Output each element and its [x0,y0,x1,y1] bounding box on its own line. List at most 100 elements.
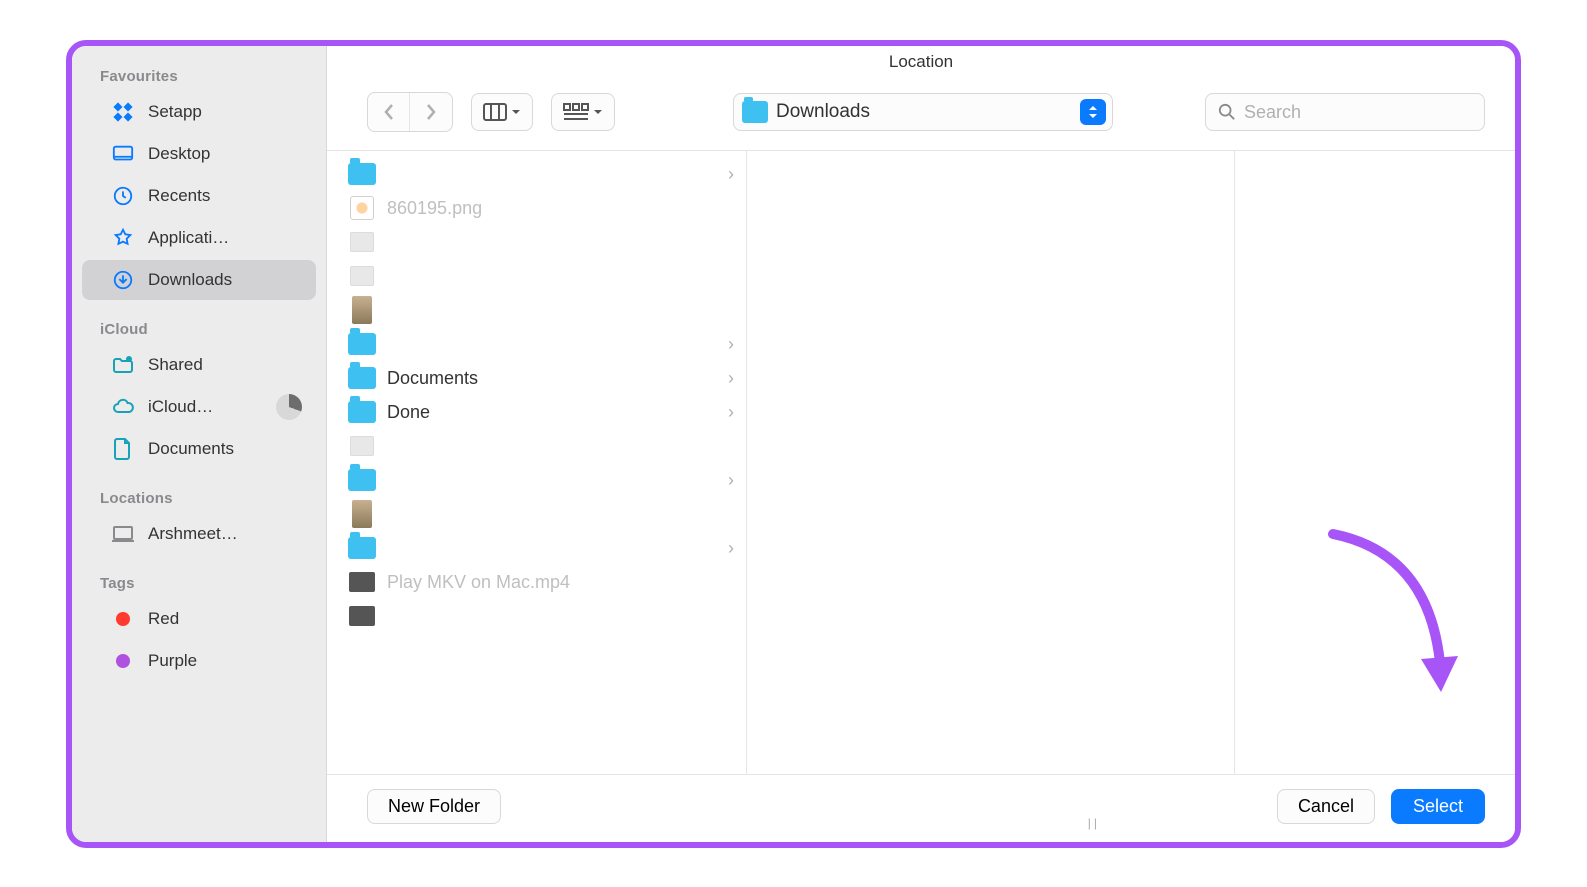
preview-column-2 [1235,151,1515,774]
folder-icon [347,399,377,425]
file-name: Documents [387,368,720,389]
search-box[interactable] [1205,93,1485,131]
sidebar-item-label: Documents [148,439,234,459]
sidebar-item-label: iCloud… [148,397,213,417]
file-row[interactable]: › [327,327,746,361]
downloads-icon [110,267,136,293]
section-header-favourites: Favourites [72,60,326,91]
document-icon [110,436,136,462]
file-row[interactable] [327,429,746,463]
folder-icon [347,535,377,561]
sidebar-item-label: Shared [148,355,203,375]
video-icon [347,569,377,595]
preview-column-1: || [747,151,1235,774]
file-icon [347,433,377,459]
column-view-button[interactable] [471,93,533,131]
sidebar-item-label: Purple [148,651,197,671]
group-view-button[interactable] [551,93,615,131]
shared-folder-icon [110,352,136,378]
image-icon [347,501,377,527]
nav-buttons [367,92,453,132]
chevron-down-icon [592,106,604,118]
file-row[interactable]: › [327,463,746,497]
file-row[interactable] [327,225,746,259]
sidebar-item-label: Red [148,609,179,629]
file-row[interactable] [327,497,746,531]
sidebar-item-documents[interactable]: Documents [82,429,316,469]
file-icon [347,263,377,289]
tag-dot-icon [110,606,136,632]
file-row[interactable]: Play MKV on Mac.mp4 [327,565,746,599]
new-folder-button[interactable]: New Folder [367,789,501,824]
storage-pie-icon [276,394,302,420]
section-header-locations: Locations [72,482,326,513]
file-name: Done [387,402,720,423]
select-button[interactable]: Select [1391,789,1485,824]
folder-icon [347,331,377,357]
file-columns: ›860195.png›Documents›Done›››Play MKV on… [327,151,1515,774]
file-row[interactable] [327,599,746,633]
file-row[interactable]: › [327,157,746,191]
tag-dot-icon [110,648,136,674]
file-row[interactable]: 860195.png [327,191,746,225]
chevron-right-icon: › [720,164,734,185]
clock-icon [110,183,136,209]
file-list-column[interactable]: ›860195.png›Documents›Done›››Play MKV on… [327,151,747,774]
section-header-tags: Tags [72,567,326,598]
sidebar: Favourites Setapp Desktop Recents Applic… [72,46,327,842]
toolbar: Downloads [327,82,1515,150]
search-input[interactable] [1244,102,1472,123]
png-icon [347,195,377,221]
sidebar-item-label: Downloads [148,270,232,290]
sidebar-item-tag-red[interactable]: Red [82,599,316,639]
file-row[interactable]: Done› [327,395,746,429]
file-row[interactable]: › [327,531,746,565]
cancel-button[interactable]: Cancel [1277,789,1375,824]
file-row[interactable]: Documents› [327,361,746,395]
section-header-icloud: iCloud [72,313,326,344]
footer: New Folder Cancel Select [327,774,1515,842]
sidebar-item-desktop[interactable]: Desktop [82,134,316,174]
file-name: 860195.png [387,198,734,219]
sidebar-item-label: Arshmeet… [148,524,238,544]
sidebar-item-label: Applicati… [148,228,229,248]
chevron-down-icon [510,106,522,118]
window-title: Location [327,46,1515,82]
folder-icon [347,365,377,391]
sidebar-item-icloud[interactable]: iCloud… [82,387,316,427]
main-pane: Location Downloads [327,46,1515,842]
sidebar-item-recents[interactable]: Recents [82,176,316,216]
setapp-icon [110,99,136,125]
back-button[interactable] [368,93,410,131]
chevron-right-icon: › [720,538,734,559]
finder-dialog: Favourites Setapp Desktop Recents Applic… [66,40,1521,848]
chevron-right-icon: › [720,470,734,491]
sidebar-item-label: Desktop [148,144,210,164]
file-icon [347,229,377,255]
chevron-right-icon: › [720,334,734,355]
sidebar-item-shared[interactable]: Shared [82,345,316,385]
image-icon [347,297,377,323]
sidebar-item-computer[interactable]: Arshmeet… [82,514,316,554]
chevron-right-icon: › [720,368,734,389]
folder-icon [347,467,377,493]
laptop-icon [110,521,136,547]
forward-button[interactable] [410,93,452,131]
sidebar-item-tag-purple[interactable]: Purple [82,641,316,681]
sidebar-item-setapp[interactable]: Setapp [82,92,316,132]
video-icon [347,603,377,629]
cloud-icon [110,394,136,420]
file-name: Play MKV on Mac.mp4 [387,572,734,593]
updown-icon [1080,99,1106,125]
sidebar-item-downloads[interactable]: Downloads [82,260,316,300]
chevron-right-icon: › [720,402,734,423]
path-label: Downloads [776,101,1080,123]
sidebar-item-applications[interactable]: Applicati… [82,218,316,258]
applications-icon [110,225,136,251]
file-row[interactable] [327,293,746,327]
desktop-icon [110,141,136,167]
path-popup[interactable]: Downloads [733,93,1113,131]
file-row[interactable] [327,259,746,293]
folder-icon [347,161,377,187]
annotation-arrow-icon [1313,524,1463,704]
